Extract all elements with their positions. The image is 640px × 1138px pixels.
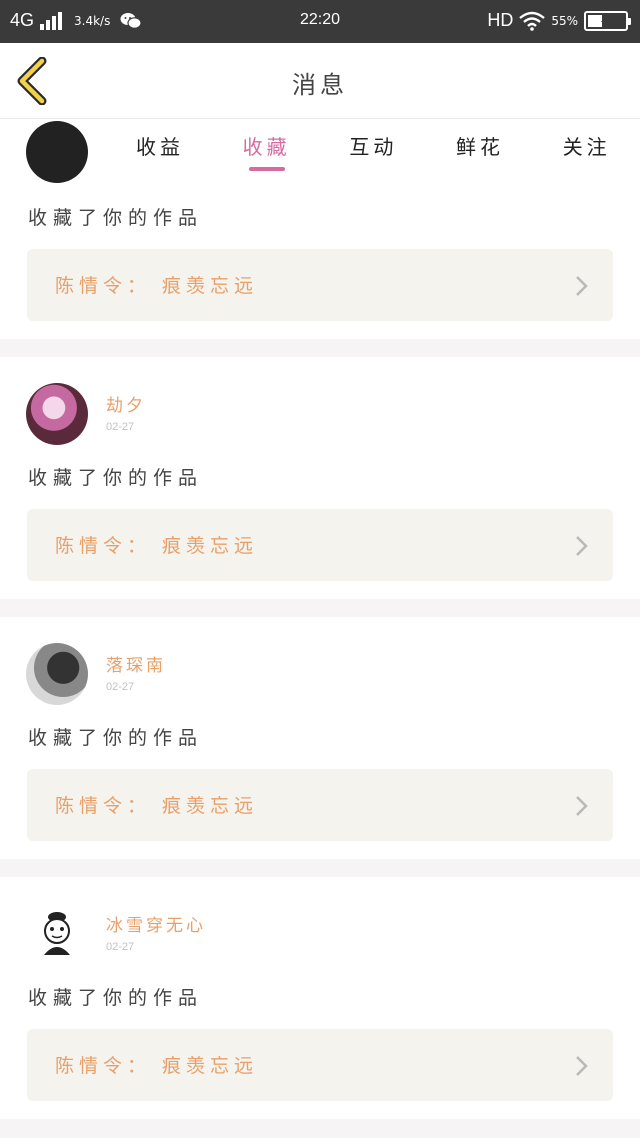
work-title: 陈情令： 痕羡忘远 <box>55 275 259 297</box>
status-bar: 4G 3.4k/s 22:20 HD 55% <box>0 0 640 43</box>
chevron-right-icon <box>576 796 588 816</box>
top-navigation-bar: 消息 <box>0 43 640 119</box>
chevron-right-icon <box>576 276 588 296</box>
message-date: 02-27 <box>106 421 135 433</box>
meme-avatar-icon <box>34 912 80 963</box>
message-card: 劫夕 02-27 收藏了你的作品 陈情令： 痕羡忘远 <box>0 357 640 599</box>
avatar[interactable] <box>26 383 88 445</box>
avatar[interactable] <box>26 903 88 965</box>
hd-label: HD <box>487 10 514 30</box>
avatar[interactable] <box>26 643 88 705</box>
work-link[interactable]: 陈情令： 痕羡忘远 <box>27 249 613 321</box>
message-action-text: 收藏了你的作品 <box>28 207 204 229</box>
work-title: 陈情令： 痕羡忘远 <box>55 535 259 557</box>
work-link[interactable]: 陈情令： 痕羡忘远 <box>27 509 613 581</box>
wifi-icon <box>519 11 546 31</box>
chevron-right-icon <box>576 1056 588 1076</box>
work-title: 陈情令： 痕羡忘远 <box>55 1055 259 1077</box>
user-name[interactable]: 劫夕 <box>106 391 146 416</box>
work-link[interactable]: 陈情令： 痕羡忘远 <box>27 769 613 841</box>
message-card: 冰雪穿无心 02-27 收藏了你的作品 陈情令： 痕羡忘远 <box>0 877 640 1119</box>
status-right: HD 55% <box>487 10 631 31</box>
battery-percent: 55% <box>551 13 578 28</box>
tab-favorites[interactable]: 收藏 <box>213 119 320 175</box>
work-title: 陈情令： 痕羡忘远 <box>55 795 259 817</box>
tab-earnings[interactable]: 收益 <box>107 119 214 175</box>
tab-interactions[interactable]: 互动 <box>320 119 427 175</box>
chevron-right-icon <box>576 536 588 556</box>
charging-icon <box>601 13 611 28</box>
message-card: 收藏了你的作品 陈情令： 痕羡忘远 <box>0 121 640 339</box>
tab-flowers[interactable]: 鲜花 <box>427 119 534 175</box>
tab-follows[interactable]: 关注 <box>533 119 640 175</box>
message-tabs: 通知 收益 收藏 互动 鲜花 关注 <box>0 119 640 175</box>
message-date: 02-27 <box>106 941 135 953</box>
user-name[interactable]: 冰雪穿无心 <box>106 911 206 936</box>
message-date: 02-27 <box>106 681 135 693</box>
battery-icon <box>584 10 631 31</box>
user-name[interactable]: 落琛南 <box>106 651 166 676</box>
message-action-text: 收藏了你的作品 <box>28 467 204 489</box>
work-link[interactable]: 陈情令： 痕羡忘远 <box>27 1029 613 1101</box>
message-card: 落琛南 02-27 收藏了你的作品 陈情令： 痕羡忘远 <box>0 617 640 859</box>
page-title: 消息 <box>292 71 348 99</box>
message-action-text: 收藏了你的作品 <box>28 987 204 1009</box>
message-action-text: 收藏了你的作品 <box>28 727 204 749</box>
avatar[interactable] <box>26 121 88 183</box>
